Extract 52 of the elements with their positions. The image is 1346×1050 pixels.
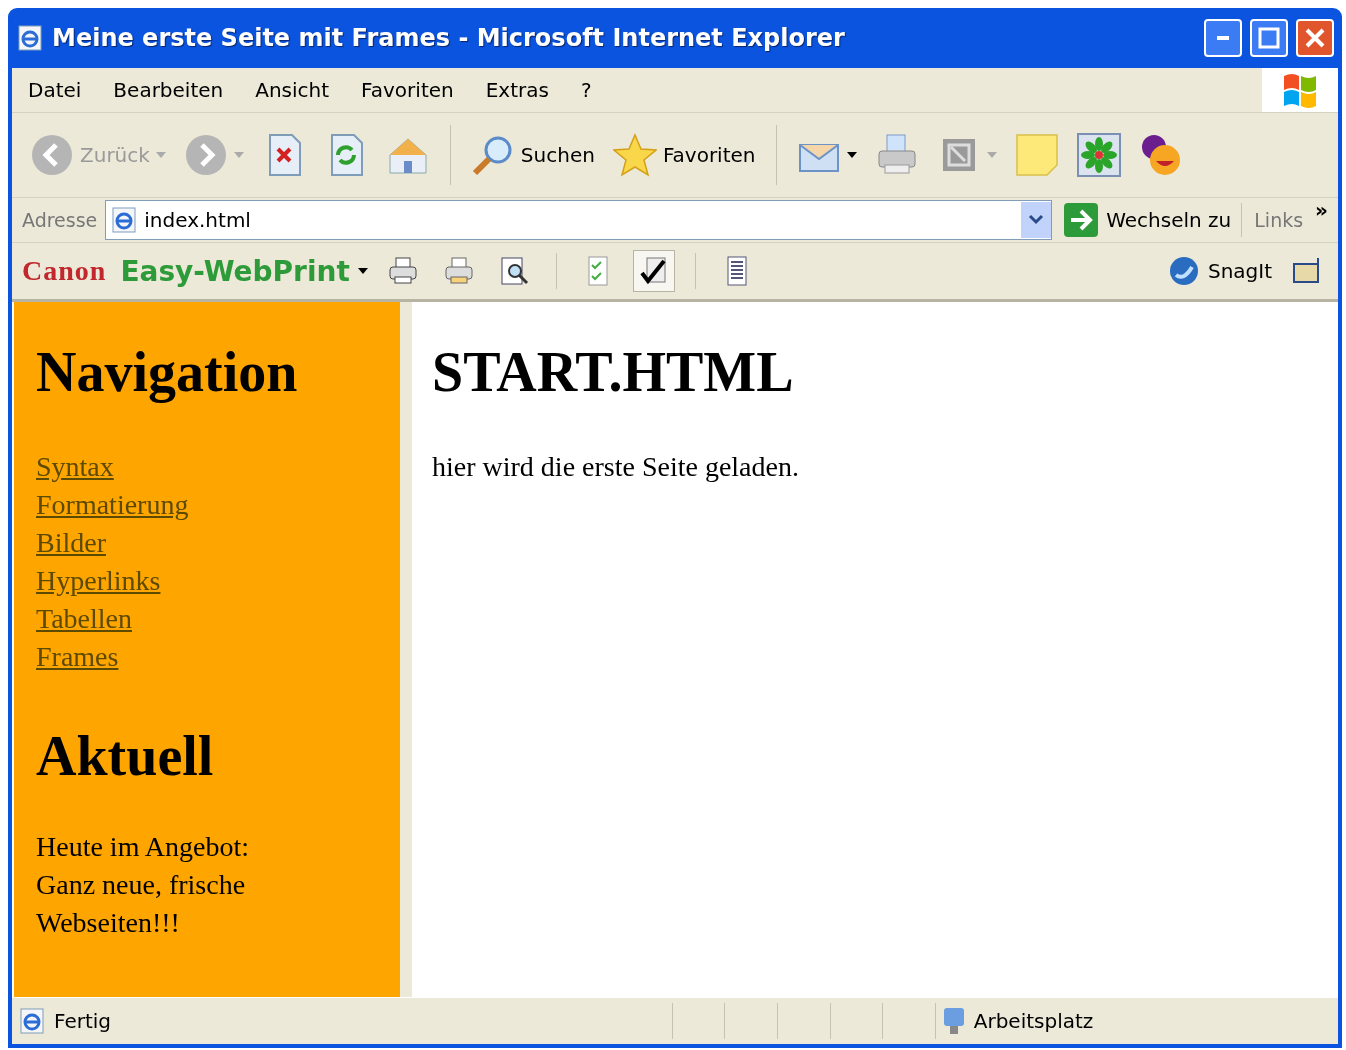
close-icon (1304, 27, 1326, 49)
nav-link[interactable]: Syntax (36, 448, 114, 486)
close-button[interactable] (1296, 19, 1334, 57)
menu-item[interactable]: ? (564, 78, 608, 102)
page-icon (110, 206, 139, 234)
nav-link[interactable]: Hyperlinks (36, 562, 161, 600)
minimize-icon (1217, 36, 1229, 40)
printer-icon (386, 255, 419, 287)
chevron-down-icon (1028, 214, 1045, 226)
menu-item[interactable]: Bearbeiten (97, 78, 240, 102)
menu-item[interactable]: Extras (469, 78, 565, 102)
nav-link[interactable]: Frames (36, 638, 119, 676)
links-button[interactable]: Links (1250, 209, 1308, 231)
swirl-icon (1167, 255, 1200, 287)
caret-icon (357, 268, 368, 274)
page-icon (16, 24, 44, 52)
go-button[interactable]: Wechseln zu (1060, 203, 1243, 237)
dropdown-button[interactable] (1021, 202, 1052, 238)
print-preview-icon (498, 255, 531, 287)
window-title: Meine erste Seite mit Frames - Microsoft Internet Explorer (52, 24, 846, 52)
flower-icon (1076, 133, 1121, 177)
canon-logo: Canon (22, 255, 107, 287)
star-icon (612, 133, 657, 177)
nav-link[interactable]: Tabellen (36, 600, 132, 638)
maximize-button[interactable] (1250, 19, 1288, 57)
snagit-button[interactable]: SnagIt (1167, 255, 1272, 287)
minimize-button[interactable] (1204, 19, 1242, 57)
maximize-icon (1258, 27, 1280, 49)
toolbar-button[interactable]: Favoriten (608, 133, 760, 177)
page-icon (18, 1007, 46, 1035)
toolbar-icon-button[interactable] (632, 250, 675, 292)
menu-item[interactable]: Favoriten (345, 78, 470, 102)
nav-link[interactable]: Bilder (36, 524, 106, 562)
printer-icon (442, 255, 475, 287)
toolbar-button[interactable]: Suchen (466, 133, 599, 177)
frame-heading: Navigation (36, 340, 299, 404)
frame-heading: Aktuell (36, 724, 215, 788)
folder-icon (1292, 256, 1322, 286)
address-label: Adresse (22, 209, 98, 231)
arrow-right-icon (1064, 203, 1099, 237)
zone-text: Arbeitsplatz (973, 1009, 1094, 1033)
menu-item[interactable]: Ansicht (239, 78, 346, 102)
nav-link[interactable]: Formatierung (36, 486, 189, 524)
news-text: Heute im Angebot: Ganz neue, frische Webseiten!!! (36, 830, 251, 940)
more-chevron: » (1315, 198, 1328, 222)
sticky-note-icon (1014, 133, 1059, 177)
computer-icon (941, 1006, 966, 1036)
page-heading: START.HTML (432, 340, 795, 404)
page-text: hier wird die erste Seite geladen. (432, 450, 800, 484)
address-field[interactable]: index.html (105, 200, 1053, 240)
status-text: Fertig (54, 1009, 112, 1033)
menu-item[interactable]: Datei (12, 78, 98, 102)
